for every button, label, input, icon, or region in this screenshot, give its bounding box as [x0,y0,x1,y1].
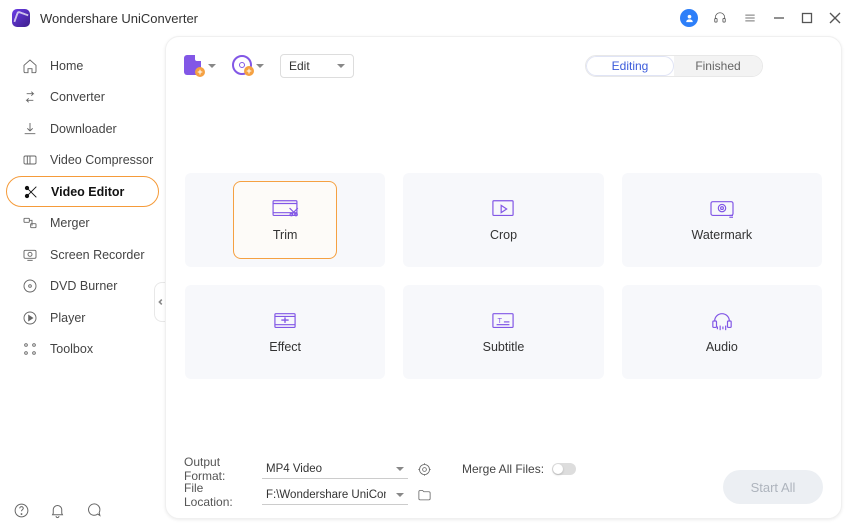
download-icon [22,121,38,137]
app-title: Wondershare UniConverter [40,11,680,26]
menu-icon[interactable] [742,10,758,26]
sidebar-item-label: Downloader [50,122,117,136]
sidebar: Home Converter Downloader Video Compress… [0,36,165,527]
sidebar-item-label: Home [50,59,83,73]
chevron-down-icon [396,467,404,471]
sidebar-item-player[interactable]: Player [6,302,159,333]
sidebar-item-compressor[interactable]: Video Compressor [6,145,159,176]
tile-label: Watermark [691,228,752,242]
help-icon[interactable] [12,501,30,519]
maximize-button[interactable] [800,11,814,25]
tool-tile-subtitle[interactable]: T Subtitle [403,285,603,379]
trim-icon [271,198,299,220]
feedback-icon[interactable] [84,501,102,519]
add-file-button[interactable] [184,55,216,77]
output-format-select[interactable]: MP4 Video [262,459,408,479]
start-all-button[interactable]: Start All [723,470,823,504]
output-format-value: MP4 Video [266,463,322,475]
chevron-down-icon [337,64,345,68]
chevron-down-icon [208,64,216,68]
sidebar-item-dvd-burner[interactable]: DVD Burner [6,271,159,302]
sidebar-item-label: DVD Burner [50,279,117,293]
notifications-icon[interactable] [48,501,66,519]
output-settings-icon[interactable] [416,461,432,477]
tile-label: Subtitle [483,340,525,354]
file-location-select[interactable]: F:\Wondershare UniConverter [262,485,408,505]
toolbox-icon [22,341,38,357]
dropdown-label: Edit [289,59,310,73]
tool-tile-effect[interactable]: Effect [185,285,385,379]
subtitle-icon: T [489,310,517,332]
output-format-label: Output Format: [184,455,254,483]
edit-mode-dropdown[interactable]: Edit [280,54,354,78]
account-avatar-icon[interactable] [680,9,698,27]
chevron-down-icon [256,64,264,68]
file-location-value: F:\Wondershare UniConverter [266,489,386,501]
merge-toggle[interactable] [552,463,576,475]
sidebar-item-downloader[interactable]: Downloader [6,113,159,144]
merge-label: Merge All Files: [462,462,544,476]
sidebar-item-merger[interactable]: Merger [6,208,159,239]
effect-icon [271,310,299,332]
sidebar-item-converter[interactable]: Converter [6,82,159,113]
sidebar-item-home[interactable]: Home [6,50,159,81]
tile-label: Audio [706,340,738,354]
tile-label: Effect [269,340,301,354]
sidebar-item-toolbox[interactable]: Toolbox [6,334,159,365]
tool-tile-watermark[interactable]: Watermark [622,173,822,267]
disc-icon [22,278,38,294]
merge-icon [22,215,38,231]
compress-icon [22,152,38,168]
record-icon [22,247,38,263]
tile-label: Crop [490,228,517,242]
converter-icon [22,89,38,105]
sidebar-item-video-editor[interactable]: Video Editor [6,176,159,207]
svg-text:T: T [498,316,503,325]
scissors-icon [23,184,39,200]
tab-editing[interactable]: Editing [586,56,674,76]
file-location-label: File Location: [184,481,254,509]
watermark-icon [708,198,736,220]
browse-folder-icon[interactable] [416,487,432,503]
close-button[interactable] [828,11,842,25]
minimize-button[interactable] [772,11,786,25]
chevron-down-icon [396,493,404,497]
crop-icon [489,198,517,220]
tile-label: Trim [273,228,298,242]
sidebar-item-label: Converter [50,90,105,104]
sidebar-item-screen-recorder[interactable]: Screen Recorder [6,239,159,270]
sidebar-item-label: Screen Recorder [50,248,145,262]
add-disc-icon [232,55,254,77]
audio-icon [708,310,736,332]
home-icon [22,58,38,74]
add-disc-button[interactable] [232,55,264,77]
sidebar-item-label: Toolbox [50,342,93,356]
sidebar-item-label: Video Compressor [50,153,153,167]
status-segmented-control: Editing Finished [585,55,763,77]
sidebar-item-label: Player [50,311,85,325]
sidebar-item-label: Merger [50,216,90,230]
tool-tile-crop[interactable]: Crop [403,173,603,267]
tab-finished[interactable]: Finished [674,56,762,76]
support-headset-icon[interactable] [712,10,728,26]
tool-tile-trim[interactable]: Trim [185,173,385,267]
tool-tile-audio[interactable]: Audio [622,285,822,379]
sidebar-item-label: Video Editor [51,185,124,199]
app-logo-icon [12,9,30,27]
add-file-icon [184,55,206,77]
main-panel: Edit Editing Finished Trim Crop [165,36,842,519]
play-icon [22,310,38,326]
